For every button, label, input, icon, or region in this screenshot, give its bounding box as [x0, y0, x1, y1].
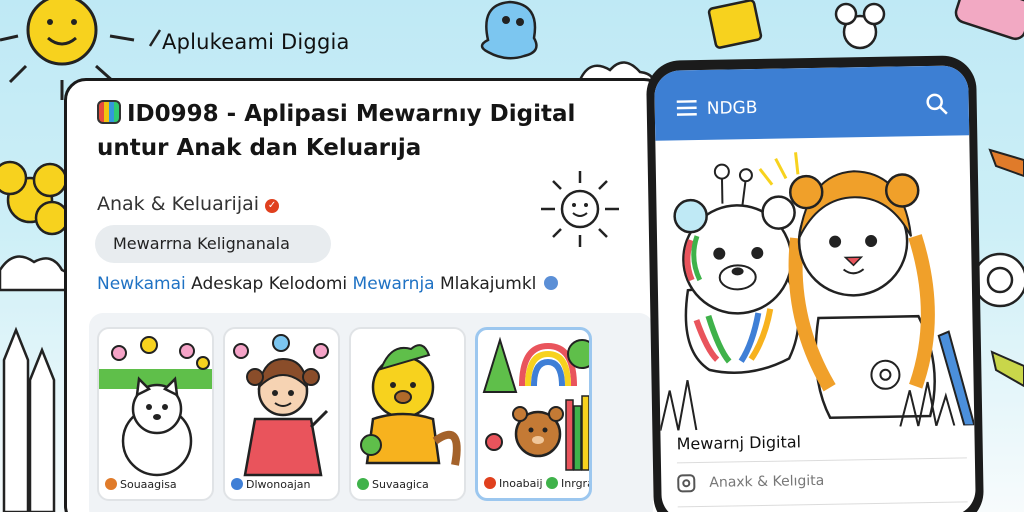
developer-link[interactable]: Anak & Keluarijai ✓	[97, 193, 280, 215]
verified-badge-icon: ✓	[265, 199, 280, 213]
screenshot-label: Dlwonoajan	[231, 478, 310, 491]
lion-coloring-illustration	[360, 344, 461, 466]
phone-caption: Mewarnj Digital	[676, 432, 802, 454]
tagline-part4: Mlakajumkl	[440, 274, 537, 294]
screenshot-thumbnail[interactable]: Suvaagica	[349, 327, 466, 501]
bear-pencils-illustration	[482, 336, 589, 471]
screenshot-gallery: Souaagisa Dlwonoajan Suvaagica Inoabaij …	[89, 313, 653, 512]
phone-screen: NDGB Mewarnj Digital Anaxk & Kelıgita	[654, 65, 976, 512]
phone-sub-label: Anaxk & Kelıgita	[709, 472, 825, 491]
phone-header-title: NDGB	[706, 97, 758, 119]
phone-app-bar: NDGB	[654, 65, 970, 141]
flower-icon	[0, 160, 70, 236]
coloring-canvas-illustration	[659, 152, 975, 431]
phone-mockup: NDGB Mewarnj Digital Anaxk & Kelıgita	[645, 55, 985, 512]
category-chip[interactable]: Mewarrna Kelignanala	[95, 225, 331, 263]
tagline-part2: Adeskap Kelodomi	[191, 274, 348, 294]
info-icon[interactable]	[544, 276, 559, 290]
sun-doodle-icon	[541, 171, 619, 247]
hamburger-menu-icon[interactable]	[676, 100, 697, 116]
divider	[676, 457, 967, 464]
girl-coloring-illustration	[233, 334, 329, 477]
screenshot-thumbnail[interactable]: Souaagisa	[97, 327, 214, 501]
app-icon	[97, 100, 121, 124]
screenshot-thumbnail-selected[interactable]: Inoabaij Inrgrat	[475, 327, 592, 501]
app-detail-card: ID0998 - Aplipasi Mewarnıy Digital untur…	[64, 78, 666, 512]
divider	[677, 501, 968, 508]
camera-icon	[677, 474, 696, 493]
tagline: Newkamai Adeskap Kelodomi Mewarnja Mlaka…	[97, 274, 559, 294]
search-icon[interactable]	[925, 92, 949, 116]
banner-text: Aplukeami Diggia	[162, 30, 350, 54]
phone-sub-row[interactable]: Anaxk & Kelıgita	[677, 472, 824, 493]
app-title-line2: untur Anak dan Keluarıja	[97, 135, 422, 161]
screenshot-label: Inoabaij Inrgrat	[484, 477, 589, 490]
app-title: ID0998 - Aplipasi Mewarnıy Digital untur…	[97, 97, 617, 165]
app-title-line1: ID0998 - Aplipasi Mewarnıy Digital	[127, 101, 576, 127]
developer-name: Anak & Keluarijai	[97, 193, 260, 215]
screenshot-thumbnail[interactable]: Dlwonoajan	[223, 327, 340, 501]
cat-coloring-illustration	[99, 336, 212, 477]
screenshot-label: Suvaagica	[357, 478, 429, 491]
tagline-part3: Mewarnja	[352, 274, 435, 294]
tagline-part1: Newkamai	[97, 274, 186, 294]
screenshot-label: Souaagisa	[105, 478, 177, 491]
